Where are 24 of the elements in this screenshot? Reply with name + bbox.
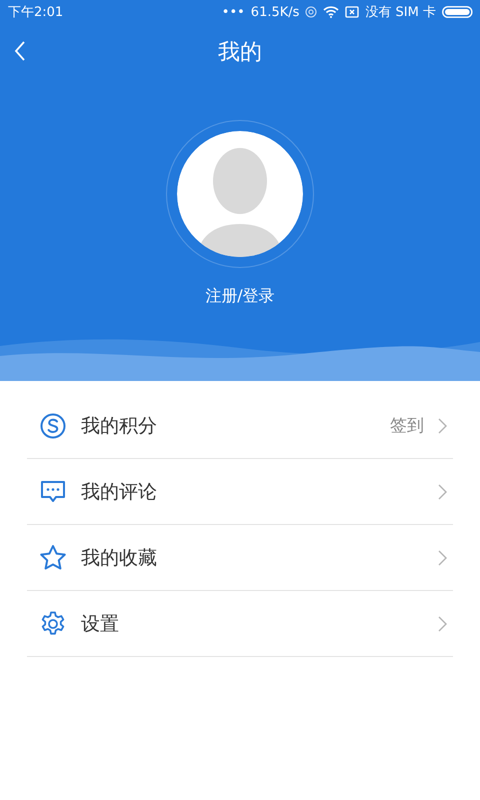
register-login-link[interactable]: 注册/登录 [205,286,275,307]
page-title: 我的 [218,39,262,67]
s-circle-icon [40,412,66,438]
sim-status: 没有 SIM 卡 [365,4,436,21]
star-icon [39,544,67,571]
chevron-icon [438,418,447,434]
hotspot-icon [305,6,318,18]
wifi-icon [323,6,340,18]
battery-icon [442,6,474,18]
status-time: 下午2:01 [8,4,64,21]
menu-item[interactable]: 设置 [27,591,453,657]
avatar-icon[interactable] [177,131,303,257]
check-in-label: 签到 [390,415,424,437]
chevron-icon [438,550,447,566]
network-speed: 61.5K/s [250,4,300,20]
status-dots: ••• [222,4,245,20]
chevron-icon [438,616,447,632]
no-sim-icon [345,6,360,18]
menu-item[interactable]: 我的积分 签到 [27,393,453,459]
menu-item[interactable]: 我的收藏 [27,525,453,591]
menu-item[interactable]: 我的评论 [27,459,453,525]
chat-bubble-icon [40,480,66,504]
settings-icon [40,610,66,636]
chevron-icon [438,484,447,500]
